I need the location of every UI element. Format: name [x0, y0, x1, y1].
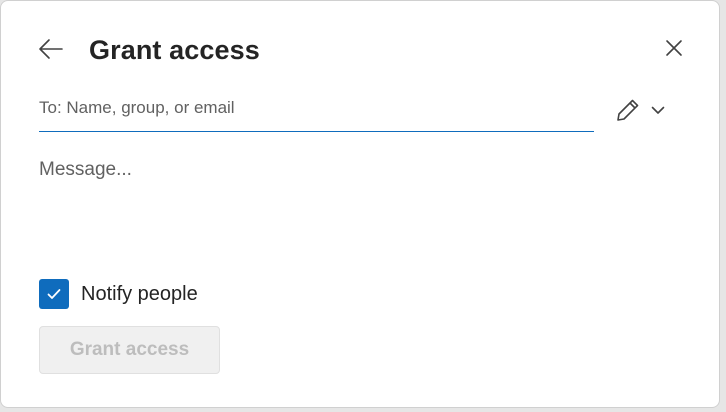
message-input[interactable] [39, 159, 679, 249]
pencil-icon [617, 99, 639, 121]
permission-dropdown-button[interactable] [615, 93, 679, 127]
back-arrow-icon [39, 39, 63, 59]
notify-people-label: Notify people [81, 282, 198, 305]
close-button[interactable] [658, 32, 690, 64]
notify-people-checkbox-row[interactable]: Notify people [39, 279, 198, 309]
notify-people-checkbox[interactable] [39, 279, 69, 309]
chevron-down-icon [651, 106, 665, 114]
recipients-input[interactable] [39, 93, 594, 123]
grant-access-button[interactable]: Grant access [39, 326, 220, 374]
grant-access-dialog: Grant access Notify people Grant access [0, 0, 720, 408]
checkmark-icon [47, 289, 61, 299]
close-icon [666, 40, 682, 56]
back-button[interactable] [35, 33, 67, 65]
dialog-title: Grant access [89, 35, 260, 65]
recipients-field [39, 89, 594, 132]
